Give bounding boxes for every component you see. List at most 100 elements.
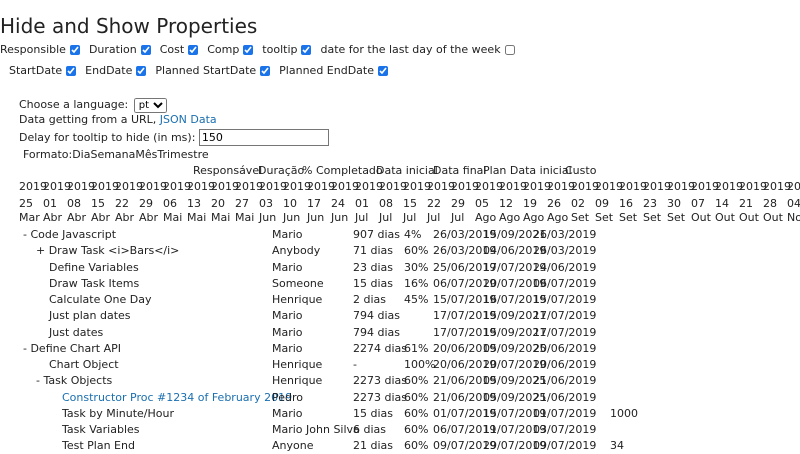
column-header-completed[interactable]: % Completado xyxy=(302,164,383,177)
column-header-plan-start[interactable]: Plan Data inicial xyxy=(483,164,572,177)
task-row[interactable]: Define Variables Mario 23 dias 30% 25/06/201… xyxy=(19,261,800,276)
task-plan-start-cell: 17/07/2019 xyxy=(533,309,597,323)
task-completed-cell: 61% xyxy=(404,341,429,355)
timeline-day-label: 24 xyxy=(331,197,345,210)
tooltip-delay: Delay for tooltip to hide (in ms): xyxy=(19,129,329,146)
task-duration-cell: 2274 dias xyxy=(353,341,408,355)
task-row[interactable]: Task Variables Mario John Silva 6 dias 60% 0… xyxy=(19,423,800,438)
timeline-year-label: 2019 xyxy=(43,180,71,193)
task-duration-cell: 794 dias xyxy=(353,325,401,339)
task-row[interactable]: - Define Chart API Mario 2274 dias 61% 20/06… xyxy=(19,342,800,357)
task-responsible-cell: Mario xyxy=(272,228,303,241)
timeline-month-label: Jun xyxy=(259,211,277,224)
toggle-label: Responsible xyxy=(0,43,66,56)
toggle-checkbox[interactable] xyxy=(504,44,515,55)
toggle-cost[interactable]: Cost xyxy=(160,43,199,56)
toggle-checkbox[interactable] xyxy=(136,65,147,76)
timeline-month-label: Nov xyxy=(787,211,800,224)
property-toggles-row-1: Responsible Duration Cost Comp tooltip date f… xyxy=(0,43,524,56)
toggle-label: date for the last day of the week xyxy=(320,43,501,56)
toggle-checkbox[interactable] xyxy=(140,44,151,55)
timeline-year-label: 2019 xyxy=(379,180,407,193)
task-duration-cell: - xyxy=(353,358,357,371)
toggle-enddate[interactable]: EndDate xyxy=(85,64,147,77)
toggle-checkbox[interactable] xyxy=(243,44,254,55)
toggle-responsible[interactable]: Responsible xyxy=(0,43,80,56)
toggle-planned-enddate[interactable]: Planned EndDate xyxy=(279,64,388,77)
task-row[interactable]: Constructor Proc #1234 of February 2019 P… xyxy=(19,391,800,406)
task-row[interactable]: Chart Object Henrique -100% 20/06/2019 20/07… xyxy=(19,358,800,373)
task-row[interactable]: Calculate One Day Henrique 2 dias 45% 15/07/… xyxy=(19,293,800,308)
timeline-year-label: 2019 xyxy=(331,180,359,193)
task-completed-cell: 4% xyxy=(404,228,422,241)
task-row[interactable]: - Task Objects Henrique 2273 dias 60% 21/06/… xyxy=(19,374,800,389)
column-header-cost[interactable]: Custo xyxy=(565,164,596,177)
task-name[interactable]: Constructor Proc #1234 of February 2019 xyxy=(62,391,292,404)
toggle-tooltip[interactable]: tooltip xyxy=(262,43,312,56)
timeline-month-label: Jun xyxy=(331,211,349,224)
task-responsible-cell: Mario xyxy=(272,260,303,274)
timeline-month-label: Mai xyxy=(163,211,183,224)
toggle-duration[interactable]: Duration xyxy=(89,43,151,56)
task-plan-start-cell: 15/07/2019 xyxy=(533,293,597,306)
toggle-checkbox[interactable] xyxy=(260,65,271,76)
timeline-year-label: 2019 xyxy=(667,180,695,193)
timeline-year-label: 2019 xyxy=(211,180,239,193)
toggle-comp[interactable]: Comp xyxy=(207,43,254,56)
toggle-checkbox[interactable] xyxy=(188,44,199,55)
task-plan-start-cell: 09/07/2019 xyxy=(533,439,597,453)
toggle-date-for-the-last-day-of-the-week[interactable]: date for the last day of the week xyxy=(320,43,515,56)
delay-input[interactable] xyxy=(198,129,329,146)
format-selector[interactable]: Formato:DiaSemanaMêsTrimestre xyxy=(23,148,209,161)
task-plan-start-cell: 26/03/2019 xyxy=(533,244,597,258)
toggle-label: Duration xyxy=(88,43,137,56)
timeline-year-label: 2019 xyxy=(451,180,479,193)
timeline-month-label: Jun xyxy=(283,211,301,224)
timeline-year-label: 2019 xyxy=(139,180,167,193)
column-header-start[interactable]: Data inicial xyxy=(376,164,438,177)
task-row[interactable]: Test Plan End Anyone 21 dias 60% 09/07/2019 2… xyxy=(19,439,800,454)
timeline-month-label: Jul xyxy=(403,211,417,224)
timeline-month-label: Set xyxy=(595,211,614,224)
task-row[interactable]: Just dates Mario 794 dias 17/07/2019 15/09/2… xyxy=(19,326,800,341)
toggle-label: tooltip xyxy=(262,43,298,56)
timeline-day-label: 03 xyxy=(259,197,273,210)
timeline-year-label: 2019 xyxy=(715,180,743,193)
timeline-month-label: Jun xyxy=(307,211,325,224)
toggle-planned-startdate[interactable]: Planned StartDate xyxy=(155,64,271,77)
toggle-startdate[interactable]: StartDate xyxy=(9,64,77,77)
timeline-day-label: 14 xyxy=(715,197,729,210)
task-responsible-cell: Mario xyxy=(272,309,303,323)
task-plan-start-cell: 24/06/2019 xyxy=(533,260,597,274)
task-duration-cell: 23 dias xyxy=(353,260,394,274)
task-row[interactable]: Just plan dates Mario 794 dias 17/07/2019 15… xyxy=(19,309,800,324)
timeline-year-label: 2019 xyxy=(403,180,431,193)
timeline-year-label: 2019 xyxy=(187,180,215,193)
toggle-checkbox[interactable] xyxy=(69,44,80,55)
column-header-duration[interactable]: Duração xyxy=(258,164,304,177)
task-duration-cell: 15 dias xyxy=(353,406,394,420)
language-select[interactable]: pt xyxy=(133,98,167,113)
task-row[interactable]: + Draw Task <i>Bars</i> Anybody 71 dias 60%… xyxy=(19,244,800,259)
task-completed-cell: 60% xyxy=(404,390,429,404)
task-row[interactable]: Task by Minute/Hour Mario 15 dias 60% 01/07/… xyxy=(19,407,800,422)
task-responsible-cell: Mario xyxy=(272,341,303,355)
timeline-day-label: 25 xyxy=(19,197,33,210)
task-row[interactable]: Draw Task Items Someone 15 dias 16% 06/07/20… xyxy=(19,277,800,292)
task-name: - Code Javascript xyxy=(23,228,117,241)
page-title: Hide and Show Properties xyxy=(0,14,258,38)
toggle-checkbox[interactable] xyxy=(378,65,388,76)
column-header-responsible[interactable]: Responsável xyxy=(193,164,262,177)
toggle-label: Planned EndDate xyxy=(279,64,374,77)
toggle-checkbox[interactable] xyxy=(301,44,312,55)
json-data-link[interactable]: JSON Data xyxy=(160,113,217,126)
task-row[interactable]: - Code Javascript Mario 907 dias 4% 26/03/20… xyxy=(19,228,800,243)
task-cost-cell: 34 xyxy=(610,439,624,453)
timeline-year-label: 2019 xyxy=(787,180,800,193)
toggle-checkbox[interactable] xyxy=(66,65,77,76)
column-header-end[interactable]: Data final xyxy=(433,164,486,177)
timeline-year-label: 2019 xyxy=(307,180,335,193)
task-name: Just dates xyxy=(49,325,104,339)
task-name: Just plan dates xyxy=(49,309,131,323)
timeline-day-label: 29 xyxy=(139,197,153,210)
